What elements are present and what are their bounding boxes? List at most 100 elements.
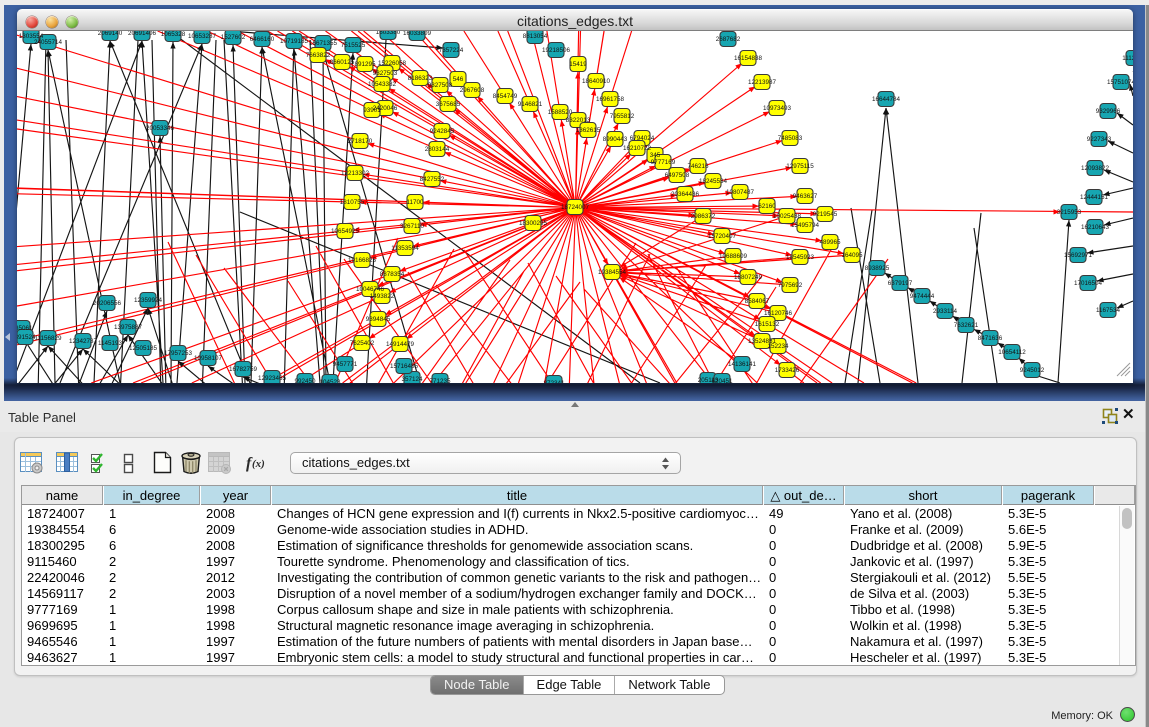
- svg-text:9146821: 9146821: [518, 101, 543, 108]
- svg-text:357124: 357124: [401, 376, 423, 383]
- svg-text:93901: 93901: [363, 107, 381, 114]
- svg-text:10719185: 10719185: [280, 38, 309, 45]
- svg-text:2069140: 2069140: [98, 31, 123, 37]
- svg-text:15226058: 15226058: [378, 60, 407, 67]
- svg-text:18807249: 18807249: [734, 274, 763, 281]
- svg-text:13975887: 13975887: [114, 324, 143, 331]
- svg-text:2718170: 2718170: [348, 138, 373, 145]
- svg-text:16210722: 16210722: [623, 145, 652, 152]
- svg-text:2986372: 2986372: [691, 213, 716, 220]
- svg-text:7663822: 7663822: [306, 52, 331, 59]
- svg-text:16782759: 16782759: [229, 366, 258, 373]
- svg-text:12213302: 12213302: [341, 170, 370, 177]
- svg-text:15495794: 15495794: [791, 222, 820, 229]
- svg-text:16210643: 16210643: [1081, 224, 1110, 231]
- svg-text:1145193: 1145193: [98, 340, 123, 347]
- svg-text:6466160: 6466160: [250, 36, 275, 43]
- svg-text:10025438: 10025438: [773, 213, 802, 220]
- svg-text:16961758: 16961758: [596, 96, 625, 103]
- svg-text:9227343: 9227343: [1087, 136, 1112, 143]
- svg-text:15419: 15419: [569, 61, 587, 68]
- svg-text:16120746: 16120746: [764, 310, 793, 317]
- svg-text:2967608: 2967608: [460, 87, 485, 94]
- svg-text:7357224: 7357224: [439, 47, 464, 54]
- svg-text:8454749: 8454749: [493, 93, 518, 100]
- svg-text:1733426: 1733426: [775, 367, 800, 374]
- svg-text:12975115: 12975115: [786, 163, 814, 170]
- svg-text:8990443: 8990443: [603, 136, 628, 143]
- svg-text:8938925: 8938925: [865, 265, 890, 272]
- svg-text:345: 345: [650, 152, 661, 159]
- svg-text:1603380: 1603380: [376, 31, 401, 36]
- svg-text:1615132: 1615132: [755, 321, 780, 328]
- svg-text:18640910: 18640910: [582, 78, 611, 85]
- svg-text:10653287: 10653287: [188, 33, 217, 40]
- svg-text:12923465: 12923465: [258, 375, 287, 382]
- svg-text:992450: 992450: [294, 378, 316, 383]
- svg-text:6794024: 6794024: [630, 135, 655, 142]
- svg-text:620451: 620451: [711, 378, 733, 383]
- svg-text:2803144: 2803144: [425, 146, 450, 153]
- svg-text:9327503: 9327503: [373, 70, 398, 77]
- svg-text:18545923: 18545923: [786, 254, 815, 261]
- svg-text:9457771: 9457771: [333, 361, 358, 368]
- svg-text:8584067: 8584067: [745, 298, 770, 305]
- svg-text:1493822: 1493822: [370, 293, 395, 300]
- svg-text:11700: 11700: [406, 199, 424, 206]
- svg-text:7955812: 7955812: [610, 113, 635, 120]
- svg-text:8322013: 8322013: [566, 117, 591, 124]
- svg-text:24055714: 24055714: [34, 39, 63, 46]
- svg-text:10654925: 10654925: [331, 228, 360, 235]
- svg-text:489965: 489965: [819, 239, 841, 246]
- svg-text:14136141: 14136141: [728, 361, 757, 368]
- svg-text:9245012: 9245012: [1020, 367, 1045, 374]
- svg-text:16671355: 16671355: [309, 40, 338, 47]
- svg-text:11156829: 11156829: [34, 335, 62, 342]
- svg-text:19218506: 19218506: [542, 47, 571, 54]
- svg-text:(x): (x): [252, 458, 265, 470]
- svg-text:546: 546: [453, 76, 464, 83]
- svg-text:14914479: 14914479: [386, 341, 415, 348]
- svg-text:1810755: 1810755: [340, 199, 365, 206]
- svg-text:15716485: 15716485: [390, 363, 419, 370]
- svg-text:17016504: 17016504: [1074, 280, 1103, 287]
- svg-text:835061: 835061: [17, 325, 33, 332]
- svg-text:1167534: 1167534: [1096, 307, 1121, 314]
- svg-text:1527602: 1527602: [221, 34, 246, 41]
- svg-text:10688609: 10688609: [719, 253, 748, 260]
- svg-text:8813054: 8813054: [523, 33, 548, 40]
- svg-text:15720407: 15720407: [708, 233, 737, 240]
- svg-text:10543382: 10543382: [368, 81, 397, 88]
- svg-text:8471636: 8471636: [978, 335, 1003, 342]
- svg-text:12093822: 12093822: [1081, 165, 1110, 172]
- svg-text:9777169: 9777169: [651, 159, 676, 166]
- svg-text:3675685: 3675685: [436, 101, 461, 108]
- svg-text:10046746: 10046746: [356, 286, 385, 293]
- svg-text:746216: 746216: [687, 163, 709, 170]
- svg-text:1112845: 1112845: [1122, 55, 1133, 62]
- svg-text:8878354: 8878354: [380, 271, 405, 278]
- svg-text:8427552: 8427552: [420, 176, 445, 183]
- svg-text:8660125: 8660125: [330, 59, 355, 66]
- svg-text:7975692: 7975692: [778, 282, 803, 289]
- svg-text:15751074: 15751074: [1107, 79, 1133, 86]
- svg-text:1362615: 1362615: [576, 127, 601, 134]
- svg-text:6497508: 6497508: [665, 172, 690, 179]
- svg-text:9242845: 9242845: [430, 128, 455, 135]
- svg-text:8186323: 8186323: [408, 75, 433, 82]
- svg-text:3267110: 3267110: [400, 223, 425, 230]
- svg-text:12505185: 12505185: [129, 345, 158, 352]
- svg-text:9474444: 9474444: [910, 293, 935, 300]
- svg-text:62160: 62160: [758, 203, 776, 210]
- svg-text:18245534: 18245534: [699, 178, 728, 185]
- svg-text:20691406: 20691406: [128, 31, 157, 37]
- svg-text:3215953: 3215953: [1057, 209, 1082, 216]
- svg-text:9327508: 9327508: [428, 82, 453, 89]
- svg-text:7632621: 7632621: [954, 322, 979, 329]
- svg-text:19166825: 19166825: [348, 257, 377, 264]
- svg-text:17957253: 17957253: [164, 350, 193, 357]
- svg-text:7625402: 7625402: [350, 340, 375, 347]
- svg-text:9463627: 9463627: [793, 193, 818, 200]
- svg-text:2687682: 2687682: [716, 36, 741, 43]
- svg-text:15692971: 15692971: [1064, 252, 1093, 259]
